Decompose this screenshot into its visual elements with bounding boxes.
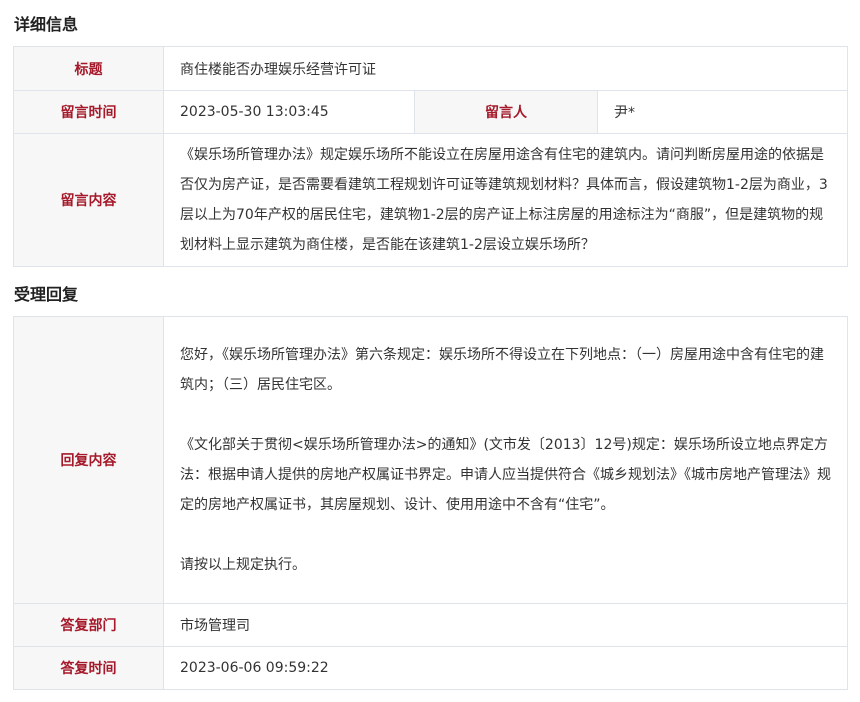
reply-dept-row: 答复部门 市场管理司 [13, 603, 848, 647]
title-value: 商住楼能否办理娱乐经营许可证 [162, 46, 849, 91]
reply-dept-value: 市场管理司 [163, 603, 848, 647]
reply-paragraph: 《文化部关于贯彻<娱乐场所管理办法>的通知》(文市发〔2013〕12号)规定：娱… [180, 437, 831, 513]
time-author-row: 留言时间 2023-05-30 13:03:45 留言人 尹* [13, 90, 849, 134]
reply-time-row: 答复时间 2023-06-06 09:59:22 [13, 646, 848, 690]
detail-table: 标题 商住楼能否办理娱乐经营许可证 留言时间 2023-05-30 13:03:… [13, 46, 849, 267]
reply-paragraph: 您好，《娱乐场所管理办法》第六条规定：娱乐场所不得设立在下列地点：（一）房屋用途… [180, 347, 824, 393]
message-time-label: 留言时间 [13, 90, 164, 134]
author-value: 尹* [596, 90, 849, 134]
title-label: 标题 [13, 46, 164, 91]
reply-paragraph: 请按以上规定执行。 [180, 557, 306, 573]
reply-content-label: 回复内容 [13, 316, 164, 604]
content-row: 留言内容 《娱乐场所管理办法》规定娱乐场所不能设立在房屋用途含有住宅的建筑内。请… [13, 133, 849, 267]
message-content-value: 《娱乐场所管理办法》规定娱乐场所不能设立在房屋用途含有住宅的建筑内。请问判断房屋… [162, 133, 849, 267]
reply-time-value: 2023-06-06 09:59:22 [163, 646, 848, 690]
author-label: 留言人 [414, 90, 598, 134]
paragraph-spacer [180, 400, 831, 430]
message-content-label: 留言内容 [13, 133, 164, 267]
detail-section-title: 详细信息 [14, 15, 79, 34]
reply-section-title: 受理回复 [14, 285, 79, 304]
message-time-value: 2023-05-30 13:03:45 [163, 90, 415, 134]
reply-content-value: 您好，《娱乐场所管理办法》第六条规定：娱乐场所不得设立在下列地点：（一）房屋用途… [163, 316, 848, 604]
reply-content-row: 回复内容 您好，《娱乐场所管理办法》第六条规定：娱乐场所不得设立在下列地点：（一… [13, 316, 848, 604]
reply-table: 回复内容 您好，《娱乐场所管理办法》第六条规定：娱乐场所不得设立在下列地点：（一… [13, 316, 848, 690]
paragraph-spacer [180, 520, 831, 550]
reply-time-label: 答复时间 [13, 646, 164, 690]
reply-dept-label: 答复部门 [13, 603, 164, 647]
title-row: 标题 商住楼能否办理娱乐经营许可证 [13, 46, 849, 91]
